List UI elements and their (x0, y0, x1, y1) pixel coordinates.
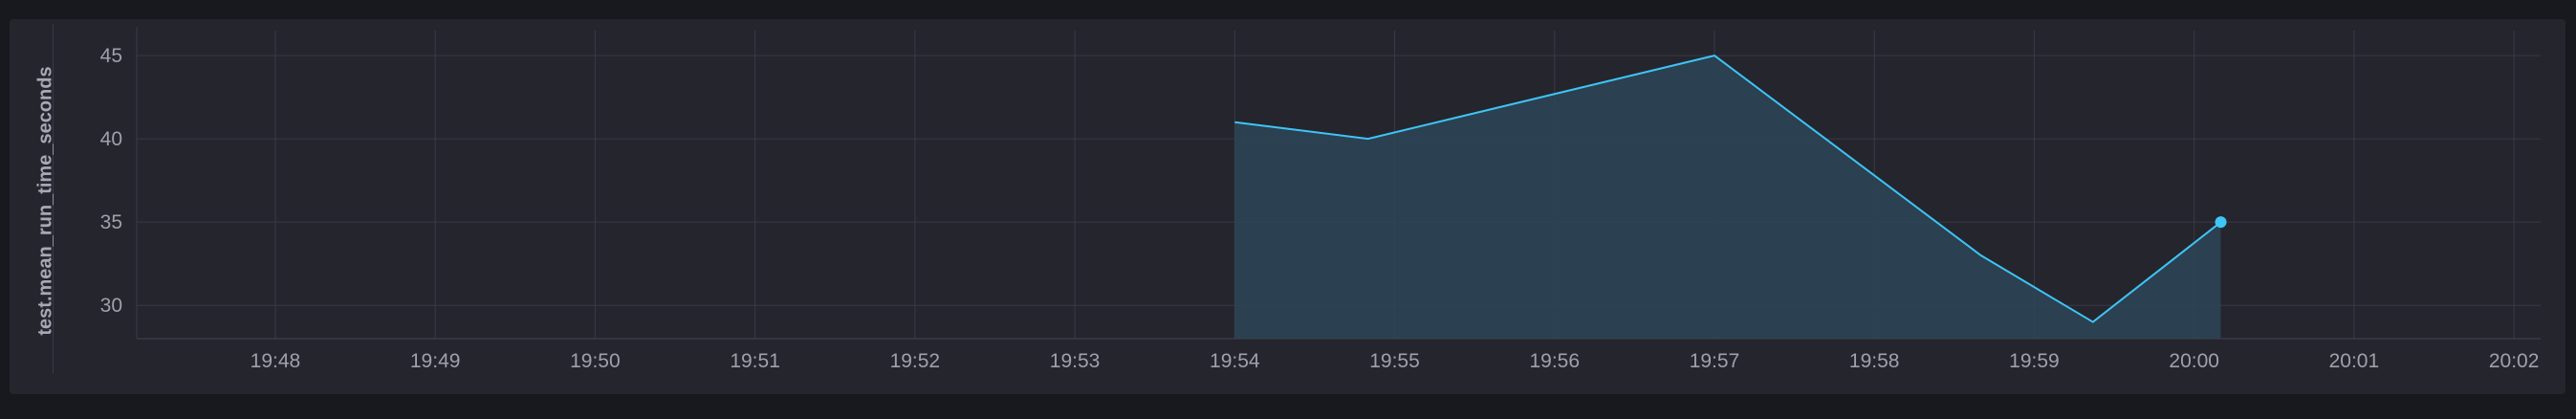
x-tick-label: 19:53 (1050, 350, 1101, 372)
x-tick-label: 20:01 (2329, 350, 2380, 372)
chart-canvas: 19:48 19:49 19:50 19:51 19:52 19:53 19:54 19:55… (100, 27, 2541, 372)
series-area-fill (1234, 55, 2221, 339)
x-tick-label: 20:02 (2489, 350, 2540, 372)
y-tick-label: 45 (100, 45, 122, 67)
x-tick-label: 19:48 (251, 350, 301, 372)
x-tick-label: 19:50 (570, 350, 621, 372)
x-tick-label: 19:49 (410, 350, 461, 372)
x-tick-label: 19:55 (1369, 350, 1420, 372)
x-tick-label: 19:58 (1849, 350, 1900, 372)
y-tick-label: 30 (100, 295, 122, 317)
x-tick-label: 19:56 (1529, 350, 1580, 372)
y-tick-label: 40 (100, 128, 122, 150)
x-tick-label: 19:57 (1690, 350, 1740, 372)
x-tick-label: 20:00 (2169, 350, 2219, 372)
x-tick-label: 19:59 (2009, 350, 2060, 372)
x-tick-label: 19:54 (1210, 350, 1260, 372)
y-tick-label: 35 (100, 211, 122, 233)
x-tick-label: 19:51 (730, 350, 780, 372)
x-tick-label: 19:52 (890, 350, 941, 372)
data-point (2215, 216, 2227, 229)
